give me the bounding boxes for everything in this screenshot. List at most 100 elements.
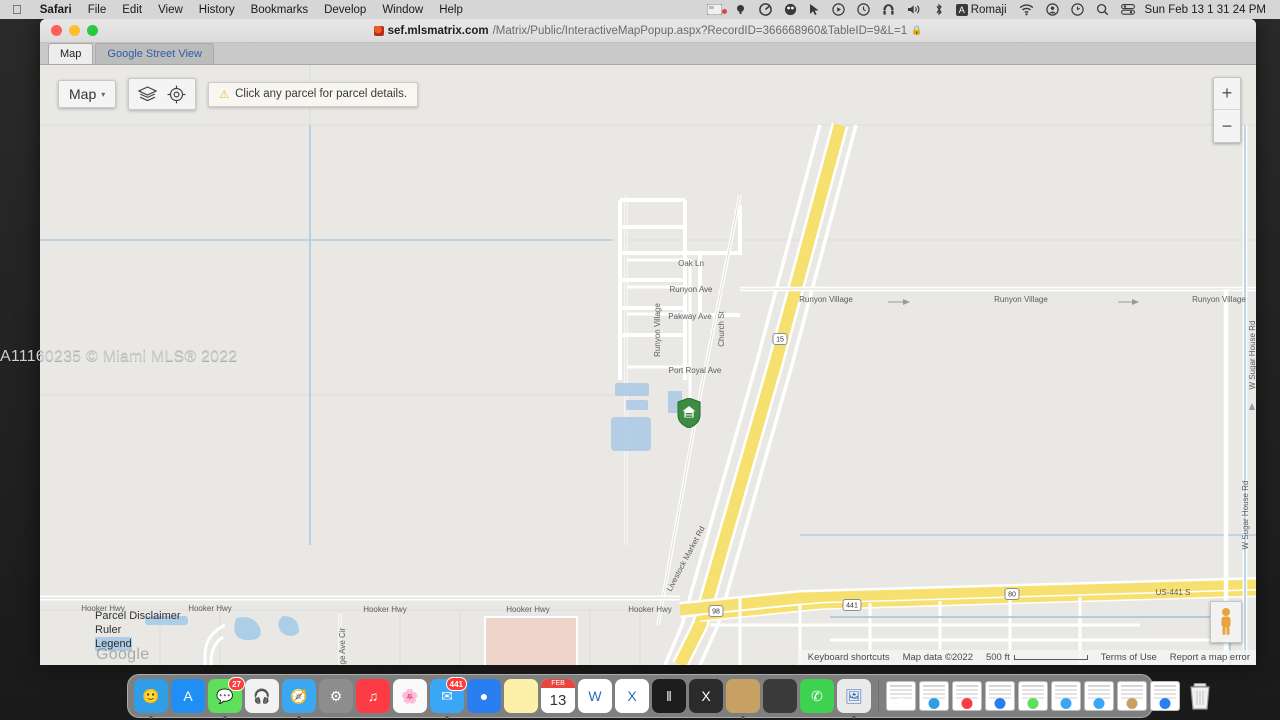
minimized-document-window[interactable] [886, 681, 916, 711]
wifi-icon[interactable] [1013, 3, 1040, 16]
dock-item-safari[interactable]: 🧭 [282, 679, 316, 719]
url-host: sef.mlsmatrix.com [387, 24, 489, 37]
map-scale-label: 500 ft [985, 652, 1010, 663]
zoom-icon[interactable] [778, 3, 803, 16]
map-street-label: US-441 S [1156, 588, 1191, 597]
map-type-dropdown[interactable]: Map ▾ [58, 80, 117, 108]
minimized-messages-window[interactable] [1018, 681, 1048, 711]
menu-item-help[interactable]: Help [431, 4, 471, 16]
dock: 🙂 A 💬 27 🎧 🧭 ⚙ ♫ 🌸 ✉ 441 ● FEB 13 W X ‖ X ✆ 🖼 [127, 674, 1210, 719]
dock-item-audio-editor[interactable]: ‖ [652, 679, 686, 713]
bluetooth-icon[interactable] [928, 3, 950, 16]
control-center-icon[interactable] [1115, 3, 1141, 16]
time-machine-icon[interactable] [1065, 3, 1090, 16]
trash-icon[interactable] [1183, 679, 1217, 713]
menu-item-view[interactable]: View [150, 4, 191, 16]
dock-item-microsoft-excel[interactable]: X [615, 679, 649, 713]
volume-icon[interactable] [901, 3, 928, 16]
minimized-folder-window[interactable] [919, 681, 949, 711]
dock-item-messages[interactable]: 💬 27 [208, 677, 245, 719]
map-tool-icons [128, 78, 197, 110]
menu-item-bookmarks[interactable]: Bookmarks [243, 4, 317, 16]
dock-running-indicator [741, 716, 745, 719]
zoom-in-button[interactable]: + [1214, 78, 1240, 110]
dock-item-podcasts[interactable]: 🎧 [245, 679, 279, 713]
cursor-icon[interactable] [803, 3, 826, 16]
minimized-mail-window[interactable] [1150, 681, 1180, 711]
apple-logo-icon[interactable]:  [6, 3, 32, 16]
system-settings-glyph: ⚙ [329, 687, 343, 704]
safari-window: sef.mlsmatrix.com/Matrix/Public/Interact… [40, 19, 1256, 665]
minimized-music-window[interactable] [952, 681, 982, 711]
menu-item-develop[interactable]: Develop [316, 4, 374, 16]
dock-item-xquartz[interactable]: X [689, 679, 723, 713]
calendar-month: FEB [541, 679, 575, 688]
parcel-disclaimer-link[interactable]: Parcel Disclaimer [95, 609, 181, 623]
user-circle-icon[interactable] [1040, 3, 1065, 16]
minimized-spreadsheet-window[interactable] [1051, 681, 1081, 711]
map-street-label: Hooker Hwy [628, 605, 672, 614]
page-tab-strip: Map Google Street View [40, 43, 1256, 65]
input-source-label: Romaji [970, 3, 1007, 16]
dock-divider [878, 680, 879, 712]
input-source-indicator[interactable]: A Romaji [950, 3, 1013, 16]
dock-item-music[interactable]: ♫ [356, 679, 390, 713]
keyboard-shortcuts-link[interactable]: Keyboard shortcuts [808, 652, 890, 663]
grammarly-icon[interactable] [753, 3, 778, 16]
menu-item-file[interactable]: File [80, 4, 115, 16]
minimized-browser-window[interactable] [985, 681, 1015, 711]
menu-item-edit[interactable]: Edit [114, 4, 150, 16]
dock-running-indicator [445, 716, 449, 719]
dock-item-photos[interactable]: 🌸 [393, 679, 427, 713]
dock-item-microsoft-word[interactable]: W [578, 679, 612, 713]
property-marker-icon[interactable] [677, 397, 701, 433]
svg-text:441: 441 [846, 603, 858, 610]
dropbox-icon[interactable] [728, 3, 753, 16]
dock-item-app-store[interactable]: A [171, 679, 205, 713]
screen-recording-icon[interactable] [701, 4, 728, 15]
vpn-icon[interactable] [876, 3, 901, 16]
terms-of-use-link[interactable]: Terms of Use [1101, 652, 1157, 663]
minimized-photo-window[interactable] [1084, 681, 1114, 711]
input-source-badge: A [955, 3, 968, 16]
map-street-label: Orange Ave Cir [338, 627, 347, 665]
tab-google-street-view[interactable]: Google Street View [95, 43, 214, 64]
google-watermark: Google [96, 646, 150, 663]
warning-triangle-icon: ⚠ [219, 88, 230, 101]
layers-stack-icon[interactable] [135, 83, 160, 105]
address-bar[interactable]: sef.mlsmatrix.com/Matrix/Public/Interact… [40, 25, 1256, 37]
dock-item-notes[interactable] [504, 679, 538, 713]
search-icon[interactable] [1090, 3, 1115, 16]
zoom-out-button[interactable]: − [1214, 110, 1240, 142]
dock-item-system-settings[interactable]: ⚙ [319, 679, 353, 713]
map-street-label: Runyon Village [1192, 295, 1246, 304]
dock-item-calendar[interactable]: FEB 13 [541, 679, 575, 713]
street-view-pegman-icon[interactable] [1210, 601, 1242, 643]
parcel-details-notice: ⚠ Click any parcel for parcel details. [208, 81, 419, 107]
map-type-label: Map [69, 86, 97, 102]
lock-icon: 🔒 [911, 25, 923, 35]
menu-item-window[interactable]: Window [374, 4, 431, 16]
dock-item-mail[interactable]: ✉ 441 [430, 677, 467, 719]
dock-item-whatsapp[interactable]: ✆ [800, 679, 834, 713]
map-street-label: Runyon Village [799, 295, 853, 304]
dock-item-hard-drive[interactable] [763, 679, 797, 713]
menu-item-history[interactable]: History [191, 4, 243, 16]
crosshair-target-icon[interactable] [164, 83, 189, 105]
calendar-day: 13 [549, 692, 567, 709]
report-map-error-link[interactable]: Report a map error [1170, 652, 1250, 663]
play-circle-icon[interactable] [826, 3, 851, 16]
menu-item-safari[interactable]: Safari [32, 4, 80, 16]
tab-map[interactable]: Map [48, 43, 94, 64]
minimized-note-window[interactable] [1117, 681, 1147, 711]
dock-item-unknown-app[interactable] [726, 679, 760, 719]
clock-circle-icon[interactable] [851, 3, 876, 16]
map-data-copyright: Map data ©2022 [902, 652, 973, 663]
map-street-label: Church St [717, 310, 726, 346]
dock-item-siri[interactable]: ● [467, 679, 501, 713]
dock-item-finder[interactable]: 🙂 [134, 679, 168, 719]
ruler-link[interactable]: Ruler [95, 623, 181, 637]
menu-bar-clock[interactable]: Sun Feb 13 1 31 24 PM [1141, 4, 1274, 16]
dock-item-preview[interactable]: 🖼 [837, 679, 871, 719]
map-street-label: W Sugar House Rd [1248, 321, 1256, 390]
